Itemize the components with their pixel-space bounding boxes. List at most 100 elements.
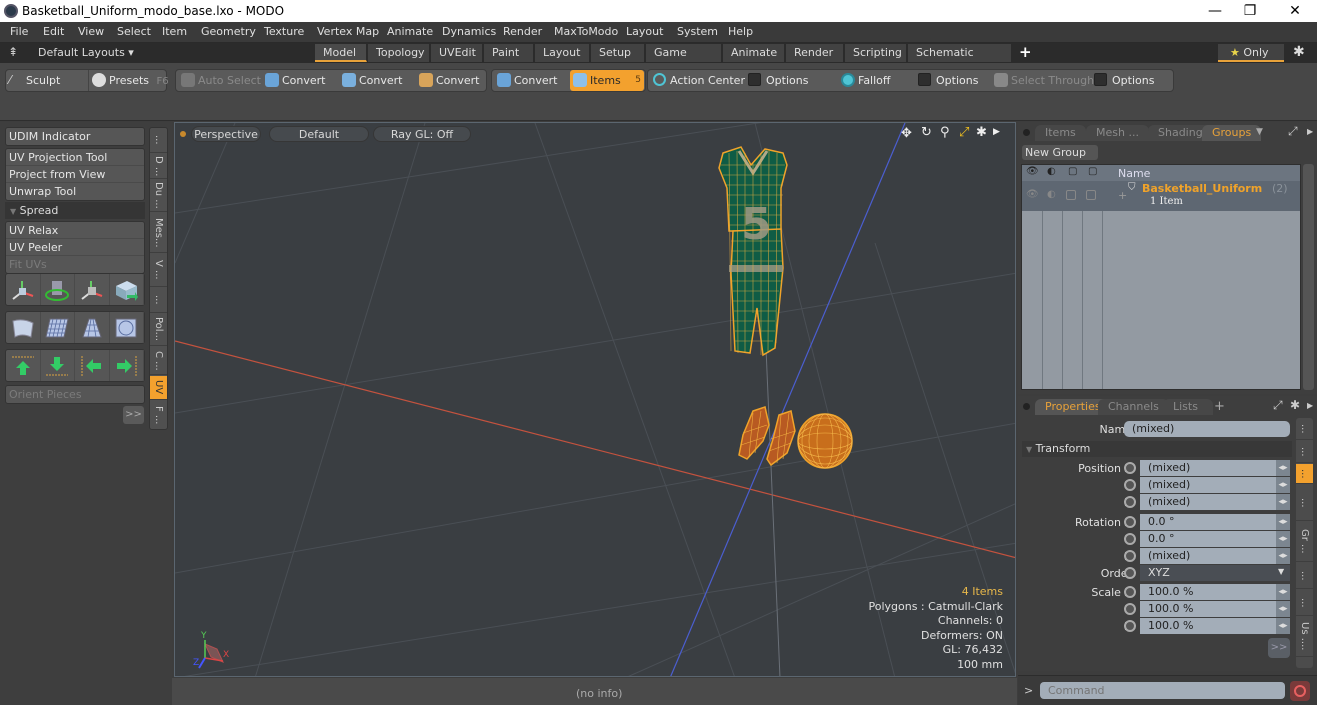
uv-relax-button[interactable]: UV Relax [6,222,144,239]
menu-vertex-map[interactable]: Vertex Map [317,25,379,38]
tab-schematic-fusion[interactable]: Schematic Fusion [908,44,1012,77]
position-x-field[interactable]: (mixed) [1140,460,1290,476]
panel-menu-arrow-icon[interactable]: ▶ [1307,127,1313,136]
menu-maxtomodo[interactable]: MaxToModo [554,25,618,38]
default-layouts-dropdown[interactable]: Default Layouts ▾ [38,46,134,59]
side-tab[interactable]: ... [1296,590,1313,616]
maximize-panel-icon[interactable]: ⤢ [1288,124,1298,139]
new-group-button[interactable]: New Group [1022,145,1098,160]
scale-x-stepper[interactable]: ◂▸ [1276,584,1290,600]
action-center-button[interactable]: Action Center [650,70,745,91]
menu-help[interactable]: Help [728,25,753,38]
side-tab-uv[interactable]: UV [150,376,167,400]
menu-layout[interactable]: Layout [626,25,663,38]
side-tab[interactable]: ... [1296,485,1313,521]
tab-lists[interactable]: Lists [1163,399,1213,415]
uv-scale-tool[interactable] [75,274,110,305]
position-x-stepper[interactable]: ◂▸ [1276,460,1290,476]
menu-item[interactable]: Item [162,25,187,38]
scale-x-field[interactable]: 100.0 % [1140,584,1290,600]
visibility-toggle-icon[interactable]: 👁 [1026,189,1039,200]
side-tab[interactable]: ... [1296,563,1313,589]
options-checkbox[interactable] [1094,73,1107,86]
rotate-view-icon[interactable]: ↻ [921,125,932,140]
menu-render[interactable]: Render [503,25,542,38]
orient-pieces-button[interactable]: Orient Pieces [6,386,144,403]
side-tab[interactable]: V ... [150,254,167,287]
panel-menu-arrow-icon[interactable]: ▶ [1307,401,1313,410]
select-through-button[interactable]: Select Through [991,70,1094,91]
side-tab[interactable]: D ... [150,154,167,179]
sculpt-button[interactable]: ⁄ Sculpt [6,70,86,91]
side-tab[interactable]: Du ... [150,180,167,212]
panel-settings-icon[interactable]: ✱ [1290,398,1300,412]
rotation-z-stepper[interactable]: ◂▸ [1276,548,1290,564]
tabs-dropdown-icon[interactable]: ▼ [1256,127,1263,137]
tab-layout[interactable]: Layout [535,44,590,62]
tab-items[interactable]: Items [1035,125,1086,141]
action-center-options-button[interactable]: Options [746,70,808,91]
align-top-button[interactable] [6,350,41,381]
3d-viewport[interactable]: 5 Y X Z Perspective Default Ray GL: Off … [174,122,1016,677]
tab-render[interactable]: Render [786,44,844,62]
tab-model[interactable]: Model [315,44,367,62]
uv-project-perspective[interactable] [75,312,110,343]
select-through-options-button[interactable]: Options [1092,70,1154,91]
position-z-stepper[interactable]: ◂▸ [1276,494,1290,510]
tab-setup[interactable]: Setup [591,44,645,62]
position-y-field[interactable]: (mixed) [1140,477,1290,493]
raygl-toggle[interactable]: Ray GL: Off [373,126,471,142]
options-checkbox[interactable] [918,73,931,86]
side-tab-active[interactable]: ... [1296,464,1313,484]
options-checkbox[interactable] [748,73,761,86]
transform-section-header[interactable]: ▼ Transform [1022,441,1292,457]
uv-rotate-tool[interactable] [41,274,75,305]
side-tab[interactable]: Mes... [150,213,167,253]
menu-edit[interactable]: Edit [43,25,64,38]
align-left-button[interactable] [75,350,110,381]
rotation-x-key[interactable] [1124,516,1136,528]
scale-x-key[interactable] [1124,586,1136,598]
uv-move-tool[interactable] [6,274,41,305]
menu-file[interactable]: File [10,25,28,38]
panel-indicator-icon[interactable] [1023,129,1030,136]
pan-icon[interactable]: ✥ [901,126,912,141]
viewport-settings-icon[interactable]: ✱ [976,125,987,140]
presets-button[interactable]: Presets F6 [88,70,169,91]
rotation-x-field[interactable]: 0.0 ° [1140,514,1290,530]
side-tab[interactable]: ... [1296,441,1313,463]
zoom-view-icon[interactable]: ⚲ [940,125,950,140]
falloff-button[interactable]: Falloff [838,70,890,91]
items-mode-button[interactable]: Items 5 [570,70,644,91]
menu-view[interactable]: View [78,25,104,38]
group-name[interactable]: Basketball_Uniform [1142,182,1262,195]
side-tab[interactable]: ... [150,288,167,313]
position-z-key[interactable] [1124,496,1136,508]
fit-uvs-button[interactable]: Fit UVs [6,256,144,273]
uv-transform-tool[interactable] [110,274,144,305]
side-tab[interactable]: Gr ... [1296,522,1313,562]
scale-z-field[interactable]: 100.0 % [1140,618,1290,634]
menu-system[interactable]: System [677,25,718,38]
falloff-options-button[interactable]: Options [916,70,978,91]
lock-column-icon[interactable]: ▢ [1068,166,1077,177]
menu-dynamics[interactable]: Dynamics [442,25,496,38]
viewport-indicator-icon[interactable] [180,131,186,137]
panel-indicator-icon[interactable] [1023,403,1030,410]
menu-texture[interactable]: Texture [264,25,304,38]
add-layout-tab-button[interactable]: + [1019,43,1032,61]
position-z-field[interactable]: (mixed) [1140,494,1290,510]
scale-z-key[interactable] [1124,620,1136,632]
expand-icon[interactable]: + [1118,189,1127,202]
menu-geometry[interactable]: Geometry [201,25,256,38]
rotation-y-key[interactable] [1124,533,1136,545]
order-key[interactable] [1124,567,1136,579]
visibility-column-icon[interactable]: 👁 [1026,166,1039,177]
fit-view-icon[interactable]: ⤢ [959,125,969,140]
side-tab[interactable]: ... [1296,418,1313,440]
convert-vertices-button[interactable]: Convert [262,70,326,91]
side-tab[interactable]: Pol... [150,314,167,346]
tab-animate[interactable]: Animate [723,44,785,62]
command-input[interactable] [1040,682,1285,699]
tab-game-tools[interactable]: Game Tools [646,44,722,77]
